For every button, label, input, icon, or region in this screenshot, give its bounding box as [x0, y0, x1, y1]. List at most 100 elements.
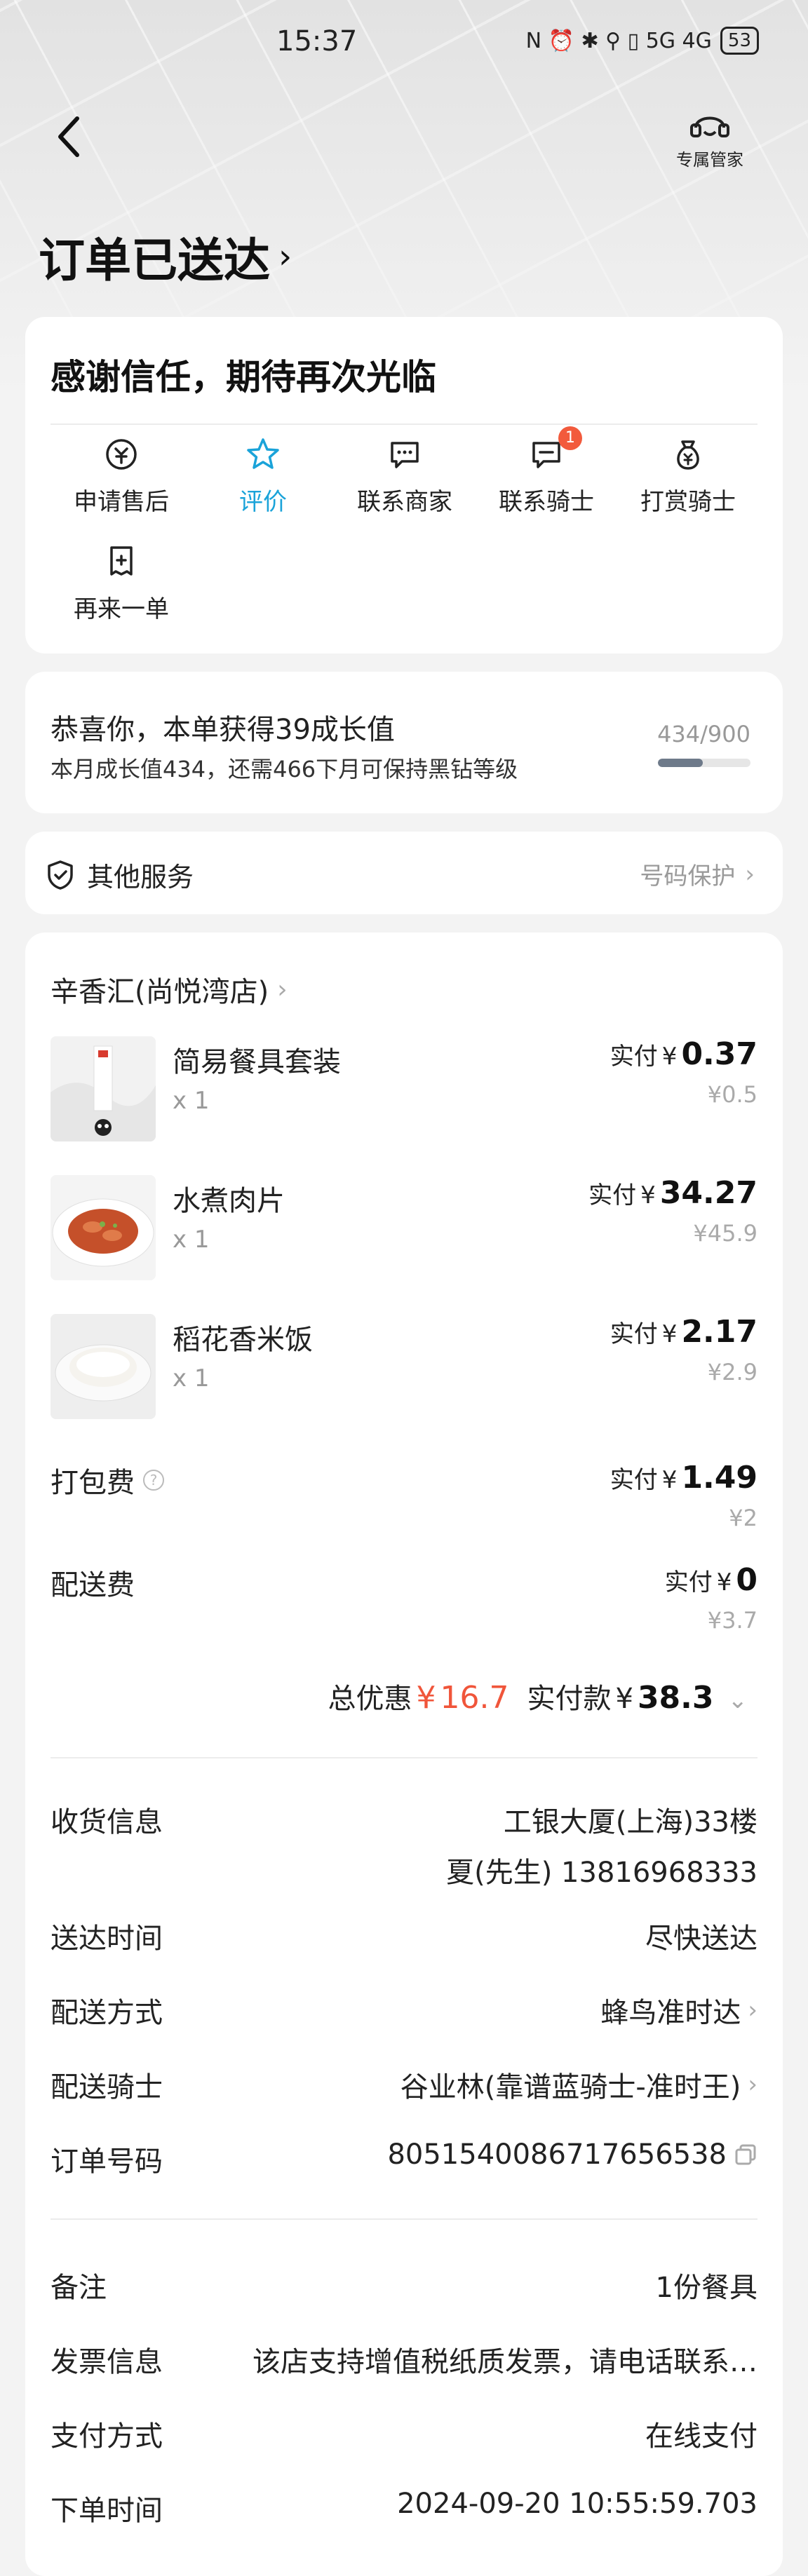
- review-button[interactable]: 评价: [192, 436, 334, 517]
- order-details-card: 辛香汇(尚悦湾店) › 简易餐具套装 x 1 实付 ¥ 0.37 ¥0.5 水煮…: [25, 933, 783, 2576]
- chevron-left-icon: [58, 116, 79, 157]
- status-icons: N ⏰ ✱ ⚲ ▯ 5G 4G 53: [526, 27, 759, 55]
- paid-amount: 0: [736, 1562, 758, 1598]
- original-price: ¥45.9: [693, 1220, 758, 1247]
- number-protection-link[interactable]: 号码保护 ›: [640, 857, 755, 891]
- delivery-time-value: 尽快送达: [645, 1916, 758, 1956]
- note-row: 备注 1份餐具: [50, 2265, 758, 2307]
- order-number-value: 8051540086717656538: [387, 2138, 758, 2171]
- growth-title: 恭喜你，本单获得39成长值: [50, 714, 395, 746]
- help-icon[interactable]: ?: [143, 1470, 164, 1491]
- order-item[interactable]: 水煮肉片 x 1 实付 ¥ 34.27 ¥45.9: [50, 1175, 758, 1287]
- divider: [50, 1757, 758, 1758]
- paid-amount: 0.37: [681, 1036, 758, 1072]
- total-paid: 38.3: [637, 1680, 714, 1716]
- paid-amount: 1.49: [681, 1460, 758, 1496]
- order-item[interactable]: 稻花香米饭 x 1 实付 ¥ 2.17 ¥2.9: [50, 1314, 758, 1426]
- item-image-rice: [50, 1314, 156, 1419]
- contact-rider-button[interactable]: 1 联系骑士: [476, 426, 617, 517]
- after-sale-button[interactable]: 申请售后: [50, 436, 192, 517]
- original-price: ¥3.7: [707, 1607, 758, 1634]
- total-discount-label: 总优惠: [328, 1683, 412, 1715]
- number-protection-label: 号码保护: [640, 862, 736, 890]
- currency: ¥: [661, 1466, 678, 1494]
- rider-label: 配送骑士: [50, 2071, 163, 2103]
- action-label: 联系骑士: [499, 488, 594, 516]
- order-item[interactable]: 简易餐具套装 x 1 实付 ¥ 0.37 ¥0.5: [50, 1036, 758, 1148]
- tip-rider-button[interactable]: 打赏骑士: [617, 436, 759, 517]
- item-paid: 实付 ¥ 0.37: [610, 1036, 758, 1072]
- services-label: 其他服务: [87, 862, 194, 893]
- note-label: 备注: [50, 2272, 107, 2304]
- shop-name: 辛香汇(尚悦湾店): [50, 976, 269, 1008]
- address-row: 收货信息 工银大厦(上海)33楼 夏(先生) 13816968333: [50, 1799, 758, 1889]
- headset-icon: [690, 116, 729, 137]
- divider: [50, 2218, 758, 2220]
- page-title: 订单已送达: [39, 233, 270, 287]
- action-label: 评价: [239, 488, 287, 516]
- item-image-boiled-pork: [50, 1175, 156, 1280]
- reorder-button[interactable]: 再来一单: [50, 543, 192, 624]
- invoice-label: 发票信息: [50, 2346, 163, 2378]
- delivery-fee-paid: 实付 ¥ 0: [665, 1562, 758, 1598]
- paid-prefix: 实付: [588, 1181, 637, 1209]
- order-number-row: 订单号码 8051540086717656538: [50, 2138, 758, 2181]
- invoice-value: 该店支持增值税纸质发票，请电话联系…: [252, 2339, 758, 2380]
- tip-bag-icon: [677, 440, 699, 470]
- growth-card[interactable]: 恭喜你，本单获得39成长值 本月成长值434，还需466下月可保持黑钻等级 43…: [25, 672, 783, 813]
- delivery-method-row[interactable]: 配送方式 蜂鸟准时达 ›: [50, 1990, 758, 2032]
- paid-amount: 34.27: [659, 1175, 758, 1211]
- chevron-right-icon: ›: [277, 975, 288, 1004]
- delivery-method-text: 蜂鸟准时达: [600, 1997, 741, 2029]
- total-paid-currency: ¥: [615, 1683, 633, 1715]
- payment-label: 支付方式: [50, 2420, 163, 2453]
- system-icons: N ⏰ ✱ ⚲ ▯ 5G 4G: [525, 28, 712, 53]
- currency: ¥: [661, 1320, 678, 1348]
- delivery-time-text: 尽快送达: [645, 1923, 758, 1955]
- rider-row[interactable]: 配送骑士 谷业林(靠谱蓝骑士-准时王) ›: [50, 2064, 758, 2106]
- order-time-text: 2024-09-20 10:55:59.703: [397, 2488, 758, 2520]
- order-time-label: 下单时间: [50, 2495, 163, 2527]
- delivery-time-row: 送达时间 尽快送达: [50, 1916, 758, 1958]
- services-card[interactable]: 其他服务 号码保护 ›: [25, 832, 783, 914]
- rice-image: [50, 1314, 156, 1419]
- total-discount-currency: ¥: [416, 1680, 436, 1716]
- chevron-down-icon: ⌄: [727, 1686, 748, 1714]
- delivery-fee-label-group: 配送费: [50, 1562, 758, 1603]
- contact-text: 夏(先生) 13816968333: [446, 1857, 758, 1889]
- item-quantity: x 1: [173, 1226, 210, 1254]
- address-value: 工银大厦(上海)33楼 夏(先生) 13816968333: [446, 1799, 758, 1890]
- item-name: 稻花香米饭: [173, 1324, 313, 1356]
- action-label: 联系商家: [357, 488, 452, 516]
- delivery-fee-row: 配送费 实付 ¥ 0 ¥3.7: [50, 1562, 758, 1646]
- paid-prefix: 实付: [610, 1320, 658, 1348]
- butler-button[interactable]: 专属管家: [654, 105, 766, 175]
- shop-link[interactable]: 辛香汇(尚悦湾店) ›: [50, 969, 288, 1010]
- star-icon: [247, 438, 279, 469]
- battery-icon: 53: [720, 27, 759, 55]
- invoice-row[interactable]: 发票信息 该店支持增值税纸质发票，请电话联系…: [50, 2339, 758, 2381]
- delivery-method-label: 配送方式: [50, 1997, 163, 2029]
- original-price: ¥2: [729, 1505, 758, 1531]
- chevron-right-icon: ›: [748, 1996, 758, 2024]
- address-text: 工银大厦(上海)33楼: [503, 1806, 758, 1838]
- note-text: 1份餐具: [655, 2272, 758, 2304]
- action-label: 申请售后: [74, 488, 169, 516]
- status-time: 15:37: [276, 25, 358, 57]
- reorder-icon: [110, 546, 133, 576]
- order-total[interactable]: 总优惠 ¥ 16.7 实付款 ¥ 38.3 ⌄: [328, 1676, 748, 1716]
- contact-merchant-button[interactable]: 联系商家: [334, 436, 476, 517]
- original-price: ¥2.9: [707, 1359, 758, 1385]
- paid-prefix: 实付: [610, 1043, 658, 1071]
- delivery-fee-label: 配送费: [50, 1569, 135, 1601]
- copy-icon[interactable]: [734, 2143, 758, 2167]
- back-button[interactable]: [56, 112, 98, 161]
- total-discount: 16.7: [440, 1680, 509, 1716]
- item-paid: 实付 ¥ 2.17: [610, 1314, 758, 1350]
- growth-progress-fill: [658, 759, 703, 767]
- order-time-row: 下单时间 2024-09-20 10:55:59.703: [50, 2488, 758, 2530]
- order-status-title[interactable]: 订单已送达 ›: [39, 223, 292, 290]
- thanks-message: 感谢信任，期待再次光临: [50, 357, 436, 398]
- divider: [50, 423, 758, 425]
- tableware-image: [50, 1036, 156, 1141]
